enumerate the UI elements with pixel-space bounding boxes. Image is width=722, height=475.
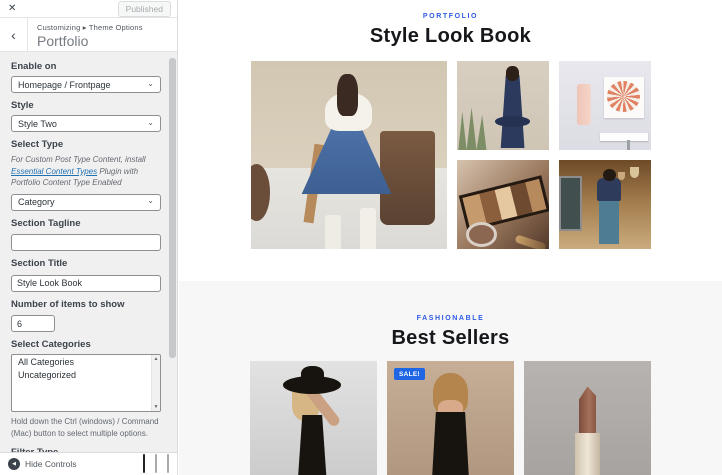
collapse-arrow-icon: ◀ bbox=[12, 461, 16, 467]
photo-shape bbox=[514, 234, 548, 249]
select-categories-label: Select Categories bbox=[11, 339, 91, 351]
photo-shape bbox=[324, 215, 341, 249]
enable-on-select[interactable]: Homepage / Frontpage ⌄ bbox=[11, 76, 161, 93]
select-type-label: Select Type bbox=[11, 139, 64, 150]
photo-shape bbox=[495, 116, 531, 127]
style-select[interactable]: Style Two ⌄ bbox=[11, 115, 161, 132]
chevron-down-icon: ⌄ bbox=[147, 117, 154, 127]
section-title-label: Section Title bbox=[11, 258, 68, 270]
mobile-icon bbox=[167, 454, 169, 473]
close-icon[interactable]: ✕ bbox=[8, 3, 16, 14]
portfolio-item-makeup-palette[interactable] bbox=[456, 160, 549, 249]
section-tagline-input[interactable] bbox=[11, 234, 161, 252]
customizer-sidebar: ✕ Published ‹ Customizing ▸ Theme Option… bbox=[0, 0, 178, 475]
header-text: Customizing ▸ Theme Options Portfolio bbox=[28, 18, 143, 51]
essential-content-types-link[interactable]: Essential Content Types bbox=[11, 167, 97, 176]
back-chevron-icon: ‹ bbox=[11, 26, 16, 43]
tablet-preview-button[interactable] bbox=[155, 454, 157, 473]
photo-shape bbox=[430, 412, 471, 475]
photo-shape bbox=[336, 74, 359, 116]
customizer-header: ‹ Customizing ▸ Theme Options Portfolio bbox=[0, 18, 177, 52]
category-option[interactable]: All Categories bbox=[12, 355, 160, 368]
photo-shape bbox=[295, 415, 329, 475]
product-item-black-dress-hat[interactable] bbox=[250, 361, 377, 475]
controls-panel: Enable on Homepage / Frontpage ⌄ Style S… bbox=[0, 52, 177, 452]
description-text: For Custom Post Type Content, install bbox=[11, 155, 146, 164]
photo-shape bbox=[626, 140, 631, 150]
sidebar-scrollbar[interactable] bbox=[169, 53, 176, 449]
published-button[interactable]: Published bbox=[117, 0, 171, 17]
select-type-select[interactable]: Category ⌄ bbox=[11, 193, 161, 211]
best-sellers-tagline: FASHIONABLE bbox=[416, 315, 485, 322]
panel-title: Portfolio bbox=[37, 33, 89, 49]
style-value: Style Two bbox=[18, 118, 57, 129]
photo-shape bbox=[598, 199, 620, 244]
photo-shape bbox=[630, 167, 640, 178]
photo-shape bbox=[574, 433, 601, 475]
scroll-up-icon[interactable]: ▲ bbox=[154, 355, 159, 363]
categories-listbox[interactable]: All Categories Uncategorized ▲ ▼ bbox=[11, 354, 161, 413]
photo-shape bbox=[500, 75, 525, 149]
portfolio-grid bbox=[250, 61, 651, 249]
best-sellers-grid: SALE! bbox=[250, 361, 651, 475]
best-sellers-title: Best Sellers bbox=[391, 327, 510, 349]
portfolio-item-denim-store[interactable] bbox=[558, 160, 651, 249]
style-label: Style bbox=[11, 100, 34, 111]
collapse-sidebar-icon[interactable]: ◀ bbox=[8, 458, 20, 470]
portfolio-section-title: Style Look Book bbox=[369, 25, 532, 47]
mobile-preview-button[interactable] bbox=[167, 454, 169, 473]
sale-badge: SALE! bbox=[394, 368, 425, 380]
photo-shape bbox=[578, 386, 597, 435]
photo-shape bbox=[283, 376, 342, 394]
desktop-preview-button[interactable] bbox=[143, 454, 145, 473]
section-title-input[interactable] bbox=[11, 274, 161, 292]
hide-controls-button[interactable]: Hide Controls bbox=[25, 459, 77, 469]
photo-shape bbox=[506, 66, 520, 81]
photo-shape bbox=[465, 222, 497, 248]
select-type-value: Category bbox=[18, 197, 55, 208]
section-tagline-label: Section Tagline bbox=[11, 217, 81, 229]
photo-shape bbox=[379, 130, 435, 225]
photo-shape bbox=[558, 176, 583, 232]
site-preview: PORTFOLIO Style Look Book FASHIONABLE Be… bbox=[179, 0, 722, 475]
photo-shape bbox=[602, 168, 616, 182]
photo-shape bbox=[597, 177, 622, 201]
photo-shape bbox=[599, 133, 648, 142]
items-count-label: Number of items to show bbox=[11, 298, 125, 310]
chevron-down-icon: ⌄ bbox=[147, 78, 154, 88]
photo-shape bbox=[607, 81, 641, 112]
photo-shape bbox=[360, 207, 376, 249]
portfolio-item-model-denim-skirt[interactable] bbox=[250, 61, 447, 249]
portfolio-section-tagline: PORTFOLIO bbox=[422, 13, 479, 20]
photo-shape bbox=[250, 164, 271, 221]
portfolio-item-navy-dress[interactable] bbox=[456, 61, 549, 150]
product-item-off-shoulder-dress[interactable]: SALE! bbox=[387, 361, 514, 475]
portfolio-section: PORTFOLIO Style Look Book bbox=[179, 0, 722, 249]
photo-shape bbox=[576, 84, 591, 126]
select-type-description: For Custom Post Type Content, install Es… bbox=[11, 154, 161, 189]
customizer-topbar: ✕ Published bbox=[0, 0, 177, 18]
listbox-scrollbar[interactable]: ▲ ▼ bbox=[151, 355, 160, 412]
enable-on-label: Enable on bbox=[11, 61, 57, 72]
best-sellers-section: FASHIONABLE Best Sellers SALE! bbox=[179, 281, 722, 475]
chevron-down-icon: ⌄ bbox=[147, 196, 154, 206]
product-item-lipstick[interactable] bbox=[524, 361, 651, 475]
categories-help-text: Hold down the Ctrl (windows) / Command (… bbox=[11, 417, 159, 439]
portfolio-item-cosmetics-display[interactable] bbox=[558, 61, 651, 150]
enable-on-value: Homepage / Frontpage bbox=[18, 79, 111, 90]
breadcrumb: Customizing ▸ Theme Options bbox=[37, 23, 143, 32]
back-button[interactable]: ‹ bbox=[0, 18, 28, 51]
sidebar-scrollbar-thumb[interactable] bbox=[169, 58, 176, 358]
photo-shape bbox=[458, 107, 487, 150]
scroll-down-icon[interactable]: ▼ bbox=[154, 403, 159, 411]
category-option[interactable]: Uncategorized bbox=[12, 368, 160, 381]
customizer-footer: ◀ Hide Controls bbox=[0, 452, 177, 475]
desktop-icon bbox=[143, 454, 145, 473]
items-count-input[interactable] bbox=[11, 315, 55, 333]
device-preview-switcher bbox=[143, 453, 169, 475]
tablet-icon bbox=[155, 454, 157, 473]
